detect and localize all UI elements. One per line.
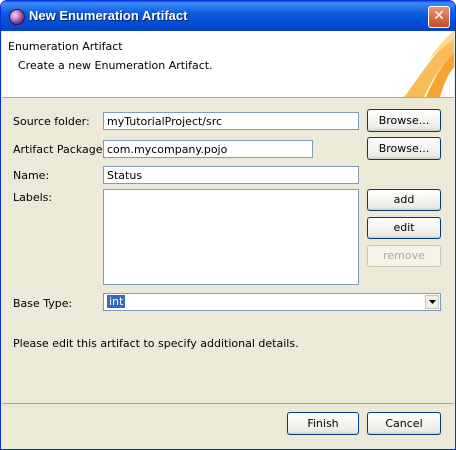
dropdown-arrow-button[interactable]	[425, 295, 439, 309]
title-bar[interactable]: New Enumeration Artifact ✕	[1, 1, 455, 31]
close-button[interactable]: ✕	[428, 6, 450, 28]
browse-source-folder-button[interactable]: Browse...	[367, 109, 441, 132]
edit-label-button[interactable]: edit	[367, 217, 441, 239]
window-title: New Enumeration Artifact	[29, 8, 188, 23]
source-folder-label: Source folder:	[13, 115, 90, 128]
labels-label: Labels:	[13, 191, 53, 204]
add-label-button[interactable]: add	[367, 189, 441, 211]
dialog-window: New Enumeration Artifact ✕ Enumeration A…	[0, 0, 456, 450]
finish-button[interactable]: Finish	[287, 412, 359, 435]
wizard-banner: Enumeration Artifact Create a new Enumer…	[2, 31, 454, 98]
banner-title: Enumeration Artifact	[8, 40, 123, 53]
eclipse-icon	[9, 9, 25, 25]
base-type-label: Base Type:	[13, 297, 73, 310]
banner-description: Create a new Enumeration Artifact.	[18, 59, 213, 72]
source-folder-input[interactable]: myTutorialProject/src	[103, 112, 359, 130]
remove-label-button[interactable]: remove	[367, 245, 441, 267]
close-icon: ✕	[433, 8, 445, 24]
artifact-package-input[interactable]: com.mycompany.pojo	[103, 140, 313, 158]
chevron-down-icon	[429, 300, 436, 304]
footer-separator	[2, 403, 454, 404]
banner-flame-icon	[404, 31, 454, 97]
labels-list[interactable]	[103, 189, 359, 285]
instruction-text: Please edit this artifact to specify add…	[13, 337, 299, 350]
name-label: Name:	[13, 169, 50, 182]
base-type-select[interactable]: int	[103, 293, 441, 311]
name-input[interactable]: Status	[103, 166, 359, 184]
base-type-value: int	[107, 295, 126, 308]
artifact-package-label: Artifact Package:	[13, 143, 107, 156]
cancel-button[interactable]: Cancel	[367, 412, 441, 435]
browse-artifact-package-button[interactable]: Browse...	[367, 137, 441, 160]
